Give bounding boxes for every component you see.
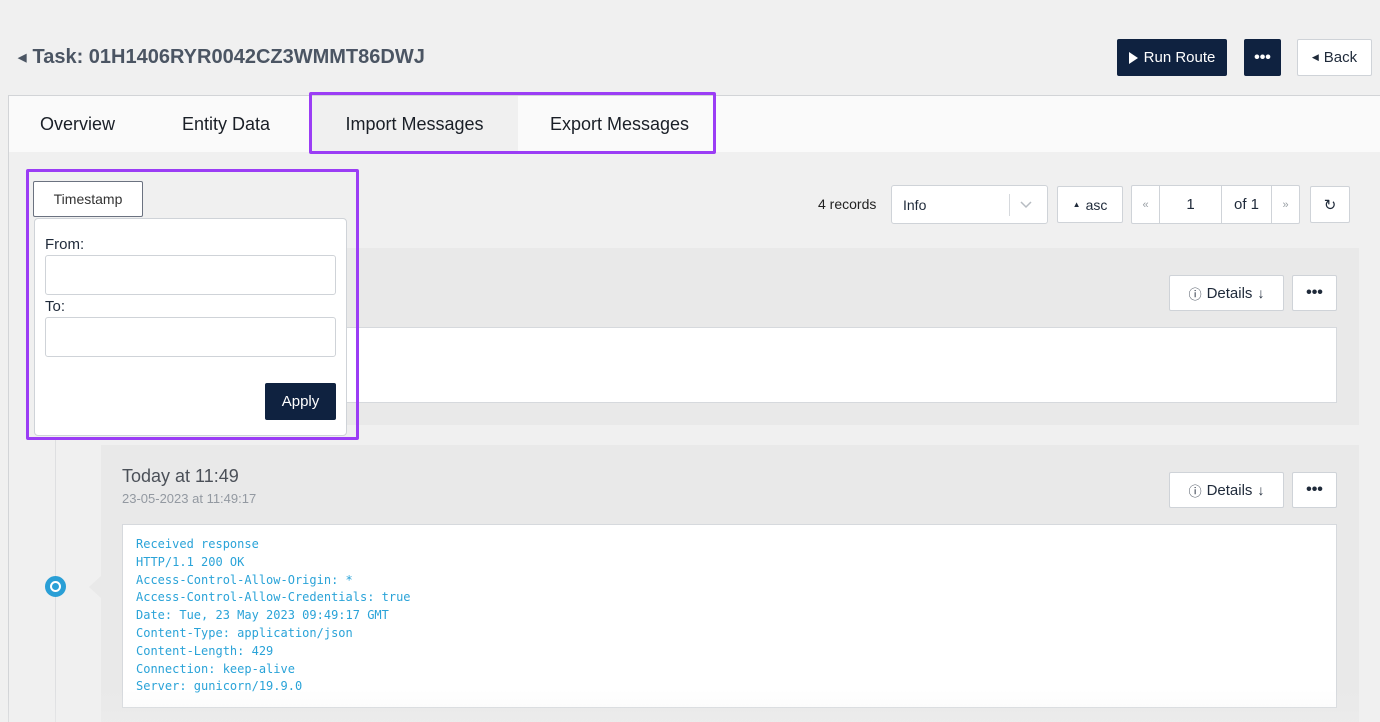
refresh-button[interactable]: ↻ [1310,186,1350,223]
log-level-value: Info [903,197,927,213]
task-title: Task: 01H1406RYR0042CZ3WMMT86DWJ [32,46,425,68]
message-timestamp: 23-05-2023 at 11:49:17 [122,491,257,506]
chevron-down-icon [1020,201,1032,209]
page-number-input[interactable]: 1 [1160,186,1222,223]
tab-entity-data[interactable]: Entity Data [182,96,270,152]
message-title: Today at 11:49 [122,466,239,486]
caret-up-icon: ▲ [1072,200,1081,209]
more-dots-icon: ••• [1306,481,1323,498]
filter-highlight-box [26,169,359,440]
play-icon [1128,51,1138,64]
back-caret-icon[interactable]: ◀ [18,51,26,64]
details-button[interactable]: ⓘ Details ↓ [1169,275,1284,311]
tab-overview[interactable]: Overview [40,96,115,152]
info-icon: ⓘ [1188,286,1202,302]
page-title: ◀ Task: 01H1406RYR0042CZ3WMMT86DWJ [18,46,425,69]
timeline-dot-icon [45,576,66,597]
timeline-pointer [89,576,101,598]
arrow-down-icon: ↓ [1257,482,1265,498]
select-divider [1009,194,1010,216]
tabs-highlight-box [309,92,716,154]
prev-page-button[interactable]: « [1132,186,1160,223]
more-dots-icon: ••• [1306,284,1323,301]
sort-asc-button[interactable]: ▲ asc [1057,186,1123,223]
info-icon: ⓘ [1188,483,1202,499]
page-total: of 1 [1222,186,1272,223]
message-more-button[interactable]: ••• [1292,275,1337,311]
bottom-fade [0,690,1380,722]
details-button[interactable]: ⓘ Details ↓ [1169,472,1284,508]
message-log-text: Received response HTTP/1.1 200 OK Access… [136,537,411,694]
arrow-down-icon: ↓ [1257,285,1265,301]
log-level-select[interactable]: Info [891,185,1048,224]
message-more-button[interactable]: ••• [1292,472,1337,508]
more-actions-button[interactable]: ••• [1244,39,1281,76]
more-dots-icon: ••• [1254,48,1271,66]
next-page-button[interactable]: » [1272,186,1299,223]
refresh-icon: ↻ [1323,196,1337,214]
back-caret-icon: ◀ [1311,52,1319,62]
records-count: 4 records [818,196,877,212]
pagination: « 1 of 1 » [1131,185,1300,224]
back-button[interactable]: ◀ Back [1297,39,1372,76]
run-route-button[interactable]: Run Route [1117,39,1227,76]
